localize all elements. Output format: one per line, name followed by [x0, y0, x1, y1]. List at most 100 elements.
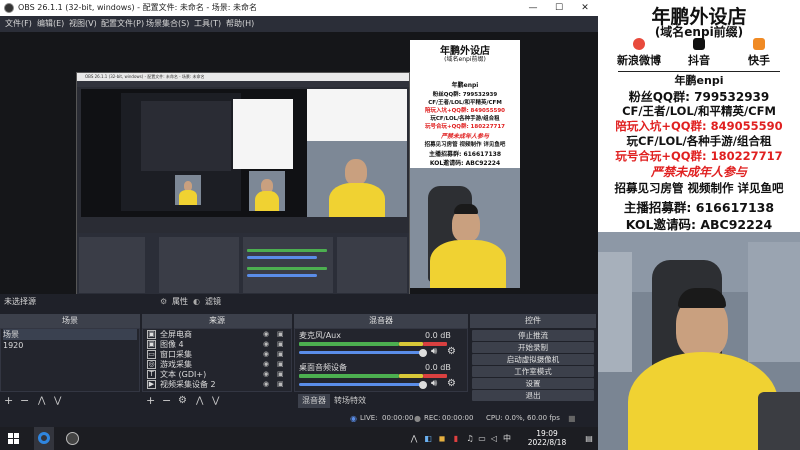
lock-icon[interactable]: ▣: [277, 340, 286, 349]
studio-mode-button[interactable]: 工作室模式: [472, 366, 594, 377]
status-square-icon: ■: [568, 414, 576, 423]
preview-anchor-group: 主播招募群: 616617138: [428, 151, 502, 158]
start-recording-button[interactable]: 开始录制: [472, 342, 594, 353]
notification-icon[interactable]: ▤: [582, 427, 596, 450]
gear-icon[interactable]: ⚙: [447, 346, 456, 357]
eye-icon[interactable]: ◉: [263, 340, 272, 349]
scenes-header: 场景: [0, 314, 140, 328]
rec-time: 00:00:00: [442, 414, 474, 422]
eye-icon[interactable]: ◉: [263, 380, 272, 389]
tray-arrow-icon[interactable]: ⋀: [408, 427, 420, 450]
obs-app-icon[interactable]: [62, 427, 82, 450]
source-item[interactable]: ▶ 视频采集设备 2 ◉ ▣: [145, 379, 289, 390]
menu-view[interactable]: 视图(V): [69, 16, 97, 32]
network-icon[interactable]: ▭: [476, 427, 488, 450]
scene-item[interactable]: 场景: [3, 329, 137, 340]
tab-mixer[interactable]: 混音器: [298, 394, 330, 408]
eye-icon[interactable]: ◉: [263, 360, 272, 369]
remove-source-button[interactable]: −: [162, 394, 171, 408]
desktop-volume-slider[interactable]: [299, 383, 423, 386]
lock-icon[interactable]: ▣: [277, 370, 286, 379]
gear-icon[interactable]: ⚙: [447, 378, 456, 389]
preview-shop-sub: (域名enpi前缀): [444, 56, 486, 63]
preview-canvas[interactable]: OBS 26.1.1 (32-bit, windows) - 配置文件: 未命名…: [0, 32, 598, 294]
lock-icon[interactable]: ▣: [277, 360, 286, 369]
maximize-button[interactable]: ☐: [546, 0, 572, 16]
game-capture-icon: ◎: [147, 360, 156, 369]
close-button[interactable]: ✕: [572, 0, 598, 16]
clock[interactable]: 19:09 2022/8/18: [516, 429, 578, 447]
source-settings-icon[interactable]: ⚙: [178, 394, 187, 408]
remove-scene-button[interactable]: −: [20, 394, 29, 408]
controls-header: 控件: [470, 314, 596, 328]
add-source-button[interactable]: +: [146, 394, 155, 408]
preview-minor-warning: 严禁未成年人参与: [440, 133, 489, 140]
kol-code: KOL邀请码: ABC92224: [625, 217, 773, 232]
nested-docks: [77, 233, 409, 294]
mic-volume-knob[interactable]: [419, 349, 427, 357]
person-shirt: [628, 352, 778, 450]
speaker-icon[interactable]: 🔊︎: [431, 346, 437, 357]
lock-icon[interactable]: ▣: [277, 350, 286, 359]
douyin-label: 抖音: [688, 54, 710, 67]
promo-panel: 年鹏外设店 (域名enpi前缀) 新浪微博 抖音 快手 年鹏enpi 粉丝QQ群…: [598, 0, 800, 232]
menu-edit[interactable]: 编辑(E): [37, 16, 64, 32]
rec-label: REC:: [424, 414, 441, 422]
browser-app-icon[interactable]: [34, 427, 54, 450]
nested-sources-panel: [159, 237, 239, 293]
nested-preview: OBS 26.1.1 (32-bit, windows) - 配置文件: 未命名…: [76, 72, 410, 294]
kuaishou-link: 快手: [734, 38, 784, 68]
menu-help[interactable]: 帮助(H): [226, 16, 254, 32]
desktop-meter-yellow: [399, 374, 423, 378]
menu-tools[interactable]: 工具(T): [194, 16, 221, 32]
text-icon: T: [147, 370, 156, 379]
no-source-label: 未选择源: [4, 297, 36, 306]
windows-start-icon[interactable]: [4, 427, 24, 450]
preview-join-group: 陪玩入坑+QQ群: 849055590: [424, 108, 506, 114]
filters-button[interactable]: 滤镜: [205, 294, 235, 310]
preview-account: 年鹏enpi: [451, 82, 479, 89]
recruit-notice: 招募见习房管 视频制作 详见鱼吧: [614, 181, 784, 195]
move-down-icon[interactable]: ⋁: [54, 394, 61, 408]
eye-icon[interactable]: ◉: [263, 330, 272, 339]
tray-app-icon-2[interactable]: ◼: [436, 427, 448, 450]
mic-volume-slider[interactable]: [299, 351, 423, 354]
move-up-icon[interactable]: ⋀: [38, 394, 45, 408]
status-bar: ◉ LIVE: 00:00:00 ● REC: 00:00:00 CPU: 0.…: [0, 410, 598, 427]
tray-app-icon[interactable]: ◧: [422, 427, 434, 450]
minimize-button[interactable]: —: [520, 0, 546, 16]
menu-profile[interactable]: 配置文件(P): [101, 16, 144, 32]
move-up-icon[interactable]: ⋀: [196, 394, 203, 408]
virtual-camera-button[interactable]: 启动虚拟摄像机: [472, 354, 594, 365]
preview-games: CF/王者/LOL/和平精英/CFM: [428, 100, 502, 106]
weibo-link: 新浪微博: [614, 38, 664, 68]
input-language[interactable]: 中: [500, 427, 514, 450]
desktop-volume-knob[interactable]: [419, 381, 427, 389]
mic-icon[interactable]: ♫: [464, 427, 476, 450]
source-label: 视频采集设备 2: [160, 380, 216, 389]
eye-icon[interactable]: ◉: [263, 370, 272, 379]
mic-channel-name: 麦克风/Aux: [299, 331, 341, 340]
volume-icon[interactable]: ◁: [488, 427, 500, 450]
lock-icon[interactable]: ▣: [277, 380, 286, 389]
window: [748, 242, 800, 362]
join-group: 陪玩入坑+QQ群: 849055590: [615, 119, 783, 133]
tab-transitions[interactable]: 转场特效: [334, 394, 366, 408]
nested-menu-bar: [77, 81, 409, 87]
stop-stream-button[interactable]: 停止推流: [472, 330, 594, 341]
tray-app-icon-3[interactable]: ▮: [450, 427, 462, 450]
lock-icon[interactable]: ▣: [277, 330, 286, 339]
exit-button[interactable]: 退出: [472, 390, 594, 401]
settings-button[interactable]: 设置: [472, 378, 594, 389]
move-down-icon[interactable]: ⋁: [212, 394, 219, 408]
menu-file[interactable]: 文件(F): [5, 16, 32, 32]
minor-warning: 严禁未成年人参与: [650, 165, 747, 179]
preview-play-cf: 玩CF/LOL/各种手游/组合租: [430, 116, 500, 122]
obs-window: OBS 26.1.1 (32-bit, windows) - 配置文件: 未命名…: [0, 0, 598, 427]
menu-scene-collection[interactable]: 场景集合(S): [146, 16, 189, 32]
speaker-icon[interactable]: 🔊︎: [431, 378, 437, 389]
nested-scenes-panel: [79, 237, 145, 293]
eye-icon[interactable]: ◉: [263, 350, 272, 359]
add-scene-button[interactable]: +: [4, 394, 13, 408]
scene-item[interactable]: 1920: [3, 340, 137, 351]
